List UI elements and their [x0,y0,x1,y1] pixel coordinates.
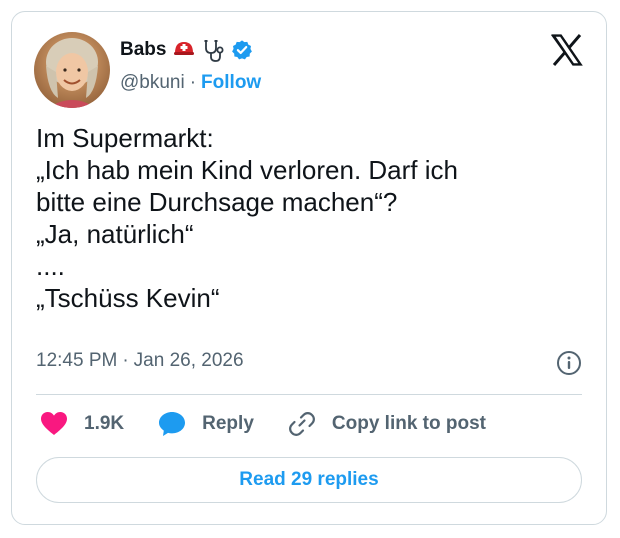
copy-link-button[interactable]: Copy link to post [288,411,486,437]
tweet-line: „Ich hab mein Kind verloren. Darf ich [36,155,458,185]
tweet-text: Im Supermarkt: „Ich hab mein Kind verlor… [36,122,584,314]
author-name[interactable]: Babs [120,39,166,61]
copy-link-label: Copy link to post [331,413,486,434]
x-logo-icon[interactable] [550,34,584,66]
stethoscope-icon [202,39,224,62]
divider [36,394,582,395]
reply-button[interactable]: Reply [158,411,254,437]
tweet-time: 12:45 PM [36,350,118,371]
like-button[interactable]: 1.9K [40,411,124,437]
tweet-line: „Ja, natürlich“ [36,219,194,249]
tweet-line: Im Supermarkt: [36,123,214,153]
tweet-line: „Tschüss Kevin“ [36,283,220,313]
heart-icon [41,412,67,435]
tweet-card: Babs @bkuni · Follow Im Supermarkt: „Ich… [11,11,607,525]
like-count: 1.9K [84,413,125,434]
tweet-date: Jan 26, 2026 [133,350,244,371]
action-bar: 1.9K Reply Copy link to post [40,410,520,438]
info-icon[interactable] [556,350,582,376]
author-name-row: Babs [120,37,253,63]
reply-label: Reply [202,413,254,434]
author-handle-row: @bkuni · Follow [120,72,261,94]
follow-button[interactable]: Follow [201,72,261,94]
separator: · [122,350,129,371]
verified-badge-icon [231,39,253,61]
tweet-line: .... [36,251,65,281]
separator: · [189,72,197,93]
avatar[interactable] [34,32,110,108]
speech-bubble-icon [159,412,186,436]
tweet-timestamp[interactable]: 12:45 PM · Jan 26, 2026 [36,350,244,372]
read-replies-button[interactable]: Read 29 replies [36,457,582,503]
tweet-line: bitte eine Durchsage machen“? [36,187,398,217]
link-icon [288,412,315,436]
author-handle[interactable]: @bkuni [120,72,185,94]
rescue-helmet-icon [173,39,195,61]
